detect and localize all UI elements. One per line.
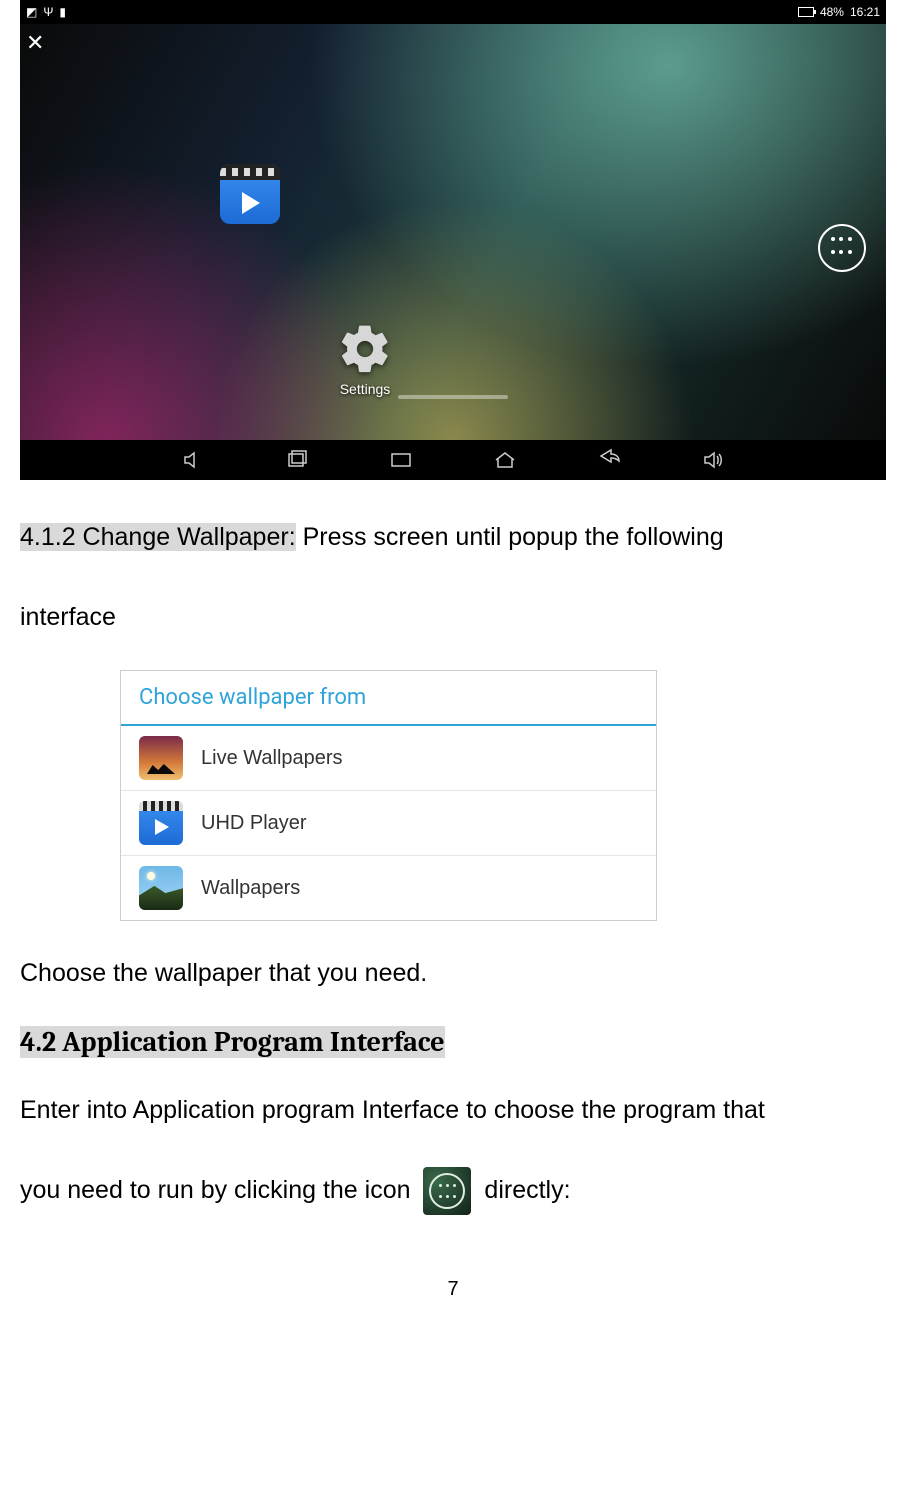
- app-video-player[interactable]: [215, 164, 285, 224]
- uhd-player-icon: [139, 801, 183, 845]
- home-button[interactable]: [493, 448, 517, 472]
- dialog-option-uhd-player[interactable]: UHD Player: [121, 791, 656, 856]
- apps-drawer-icon: [423, 1167, 471, 1215]
- paragraph: 4.1.2 Change Wallpaper: Press screen unt…: [20, 510, 886, 565]
- status-icon: Ψ: [43, 5, 53, 19]
- text: directly:: [484, 1176, 570, 1204]
- document-page: ◩ Ψ ▮ 48% 16:21 ✕ Settings: [0, 0, 906, 1301]
- text: Press screen until popup the following: [296, 523, 724, 551]
- screenshot-homescreen: ◩ Ψ ▮ 48% 16:21 ✕ Settings: [20, 0, 886, 480]
- paragraph: Choose the wallpaper that you need.: [20, 946, 886, 1001]
- gear-icon: [337, 321, 393, 377]
- paragraph: you need to run by clicking the icon dir…: [20, 1163, 886, 1218]
- apps-grid-icon: [831, 237, 853, 259]
- recent-apps-button[interactable]: [285, 448, 309, 472]
- text: you need to run by clicking the icon: [20, 1176, 417, 1204]
- wallpapers-icon: [139, 866, 183, 910]
- page-indicator: [398, 395, 508, 399]
- page-number: 7: [20, 1278, 886, 1301]
- system-navbar: [20, 440, 886, 480]
- volume-up-button[interactable]: [701, 448, 725, 472]
- screenshot-wallpaper-dialog: Choose wallpaper from Live Wallpapers UH…: [120, 670, 657, 921]
- volume-down-button[interactable]: [181, 448, 205, 472]
- dialog-option-wallpapers[interactable]: Wallpapers: [121, 856, 656, 920]
- battery-icon: [798, 7, 814, 17]
- option-label: Live Wallpapers: [201, 747, 343, 770]
- paragraph: interface: [20, 590, 886, 645]
- text: interface: [20, 603, 116, 631]
- heading-text: 4.2 Application Program Interface: [20, 1026, 445, 1058]
- dialog-title: Choose wallpaper from: [121, 671, 656, 726]
- back-button[interactable]: [597, 448, 621, 472]
- status-icon: ◩: [26, 5, 37, 19]
- live-wallpapers-icon: [139, 736, 183, 780]
- paragraph: Enter into Application program Interface…: [20, 1083, 886, 1138]
- option-label: Wallpapers: [201, 877, 300, 900]
- clock: 16:21: [850, 5, 880, 19]
- apps-drawer-button[interactable]: [818, 224, 866, 272]
- close-icon[interactable]: ✕: [26, 30, 44, 56]
- status-icon: ▮: [59, 5, 66, 19]
- section-number: 4.1.2 Change Wallpaper:: [20, 523, 296, 551]
- dialog-option-live-wallpapers[interactable]: Live Wallpapers: [121, 726, 656, 791]
- section-heading: 4.2 Application Program Interface: [20, 1026, 886, 1058]
- text: Enter into Application program Interface…: [20, 1096, 765, 1124]
- status-bar: ◩ Ψ ▮ 48% 16:21: [20, 0, 886, 24]
- option-label: UHD Player: [201, 812, 307, 835]
- text: Choose the wallpaper that you need.: [20, 959, 427, 987]
- video-player-icon: [220, 164, 280, 224]
- screenshot-button[interactable]: [389, 448, 413, 472]
- app-settings[interactable]: Settings: [325, 321, 405, 397]
- homescreen-wallpaper[interactable]: ✕ Settings: [20, 24, 886, 440]
- app-label: Settings: [340, 381, 391, 397]
- battery-percent: 48%: [820, 5, 844, 19]
